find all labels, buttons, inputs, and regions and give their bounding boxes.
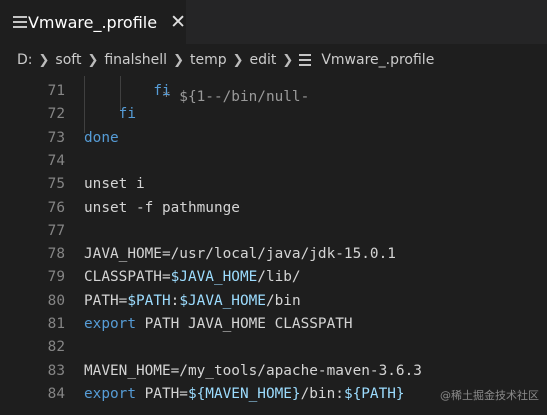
variable-token: ${PATH} — [343, 385, 405, 402]
breadcrumb-item-soft[interactable]: soft — [55, 52, 81, 68]
line-number: 71 — [47, 83, 65, 99]
line-number: 84 — [47, 385, 65, 402]
line-number: 75 — [47, 176, 65, 193]
code-line: 79 CLASSPATH=$JAVA_HOME/lib/ — [0, 266, 547, 289]
code-text: unset i — [84, 173, 145, 196]
text-token: PATH JAVA_HOME CLASSPATH — [135, 316, 353, 332]
code-line: 73 done — [0, 127, 547, 150]
code-line: 76 unset -f pathmunge — [0, 197, 547, 220]
lines-file-icon — [13, 14, 27, 30]
text-token: JAVA_HOME=/usr/local/java/jdk-15.0.1 — [84, 246, 396, 263]
code-line: 82 — [0, 336, 547, 359]
breadcrumb-item-drive[interactable]: D: — [17, 52, 33, 68]
line-number: 73 — [47, 129, 65, 146]
text-token: CLASSPATH= — [84, 269, 171, 286]
code-line: 74 — [0, 150, 547, 173]
line-number: 83 — [47, 362, 65, 379]
keyword-token: fi — [153, 83, 171, 99]
code-text: MAVEN_HOME=/my_tools/apache-maven-3.6.3 — [84, 360, 422, 383]
code-text: fi — [84, 80, 171, 103]
code-line: 78 JAVA_HOME=/usr/local/java/jdk-15.0.1 — [0, 243, 547, 266]
code-line: 81 export PATH JAVA_HOME CLASSPATH — [0, 313, 547, 336]
line-number: 81 — [47, 316, 65, 332]
line-number: 74 — [47, 152, 65, 169]
chevron-right-icon: ❯ — [232, 52, 244, 68]
variable-token: $JAVA_HOME — [170, 269, 258, 286]
code-line: 72 fi — [0, 103, 547, 126]
code-text: export PATH JAVA_HOME CLASSPATH — [84, 313, 353, 336]
text-token: /bin: — [300, 385, 344, 402]
keyword-token: export — [84, 316, 136, 332]
variable-token: $JAVA_HOME — [179, 292, 266, 309]
text-token: /lib/ — [257, 269, 301, 286]
text-token: PATH= — [84, 292, 128, 309]
line-number: 80 — [47, 292, 65, 309]
lines-file-icon — [299, 53, 312, 67]
breadcrumb-item-temp[interactable]: temp — [190, 52, 227, 68]
line-number: 79 — [47, 269, 65, 286]
breadcrumb-item-finalshell[interactable]: finalshell — [104, 52, 167, 68]
code-text: fi — [84, 103, 136, 126]
code-line: 80 PATH=$PATH:$JAVA_HOME/bin — [0, 290, 547, 313]
variable-token: $PATH — [127, 292, 171, 309]
text-token: unset -f pathmunge — [84, 199, 240, 216]
chevron-right-icon: ❯ — [173, 52, 184, 68]
code-text: unset -f pathmunge — [84, 197, 240, 220]
chevron-right-icon: ❯ — [38, 52, 50, 68]
keyword-token: fi — [118, 106, 136, 123]
chevron-right-icon: ❯ — [282, 52, 294, 68]
code-line: 75 unset i — [0, 173, 547, 196]
keyword-token: export — [84, 385, 136, 402]
breadcrumb-item-file[interactable]: Vmware_.profile — [321, 52, 434, 68]
code-area[interactable]: * ${1--/bin/null- 71 fi 72 fi 73 done 74 75 un… — [0, 76, 547, 415]
keyword-token: done — [84, 129, 119, 146]
code-text: done — [84, 127, 119, 150]
tab-bar: Vmware_.profile ✕ — [0, 0, 547, 44]
line-number: 76 — [47, 199, 65, 216]
variable-token: ${MAVEN_HOME} — [187, 385, 301, 402]
code-line: 77 — [0, 220, 547, 243]
chevron-right-icon: ❯ — [87, 52, 99, 68]
code-text: CLASSPATH=$JAVA_HOME/lib/ — [84, 266, 301, 289]
code-editor: Vmware_.profile ✕ D: ❯ soft ❯ finalshell… — [0, 0, 547, 415]
line-number: 82 — [47, 339, 65, 356]
code-line: 83 MAVEN_HOME=/my_tools/apache-maven-3.6.… — [0, 360, 547, 383]
code-text: export PATH=${MAVEN_HOME}/bin:${PATH} — [84, 383, 405, 406]
line-number: 78 — [47, 246, 65, 263]
line-number: 77 — [47, 222, 65, 239]
text-token: unset i — [84, 176, 145, 193]
tab-vmware-profile[interactable]: Vmware_.profile ✕ — [0, 0, 186, 44]
code-line: 71 fi — [0, 80, 547, 103]
code-text: PATH=$PATH:$JAVA_HOME/bin — [84, 290, 301, 313]
code-text: JAVA_HOME=/usr/local/java/jdk-15.0.1 — [84, 243, 396, 266]
breadcrumb-item-edit[interactable]: edit — [250, 52, 277, 68]
text-token: PATH= — [135, 385, 188, 402]
text-token: MAVEN_HOME=/my_tools/apache-maven-3.6.3 — [84, 362, 422, 379]
close-icon[interactable]: ✕ — [170, 12, 186, 32]
watermark: @稀土掘金技术社区 — [440, 389, 539, 402]
line-number: 72 — [47, 106, 65, 123]
breadcrumb: D: ❯ soft ❯ finalshell ❯ temp ❯ edit ❯ V… — [0, 44, 547, 76]
tab-label: Vmware_.profile — [27, 12, 158, 32]
text-token: /bin — [265, 292, 301, 309]
